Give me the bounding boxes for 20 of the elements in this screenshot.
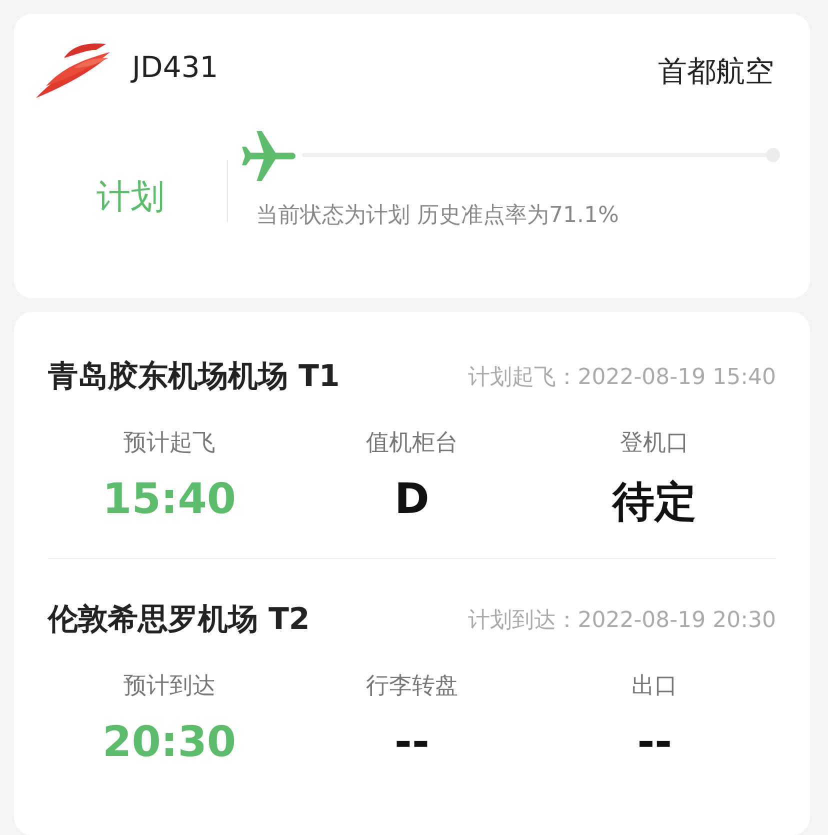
airline-name: 首都航空: [658, 53, 774, 90]
airport-name: 伦敦希思罗机场 T2: [48, 601, 310, 639]
field-label: 值机柜台: [366, 429, 458, 458]
field-label: 预计起飞: [123, 429, 216, 458]
status-caption: 当前状态为计划 历史准点率为71.1%: [256, 202, 620, 230]
field-value: --: [637, 717, 672, 766]
field-value: 20:30: [102, 717, 236, 766]
scheduled-time: 计划起飞：2022-08-19 15:40: [468, 364, 776, 392]
field-label: 预计到达: [123, 672, 216, 701]
field-label: 行李转盘: [366, 672, 458, 701]
field-value: 待定: [612, 476, 697, 528]
field-value: --: [394, 717, 430, 766]
field-value: 15:40: [102, 474, 236, 523]
status-label: 计划: [96, 176, 166, 219]
field-value: D: [394, 474, 430, 523]
field-label: 登机口: [620, 429, 690, 458]
scheduled-time: 计划到达：2022-08-19 20:30: [468, 606, 776, 634]
field-label: 出口: [632, 672, 678, 701]
airport-name: 青岛胶东机场机场 T1: [48, 358, 340, 396]
flight-number: JD431: [132, 50, 218, 84]
